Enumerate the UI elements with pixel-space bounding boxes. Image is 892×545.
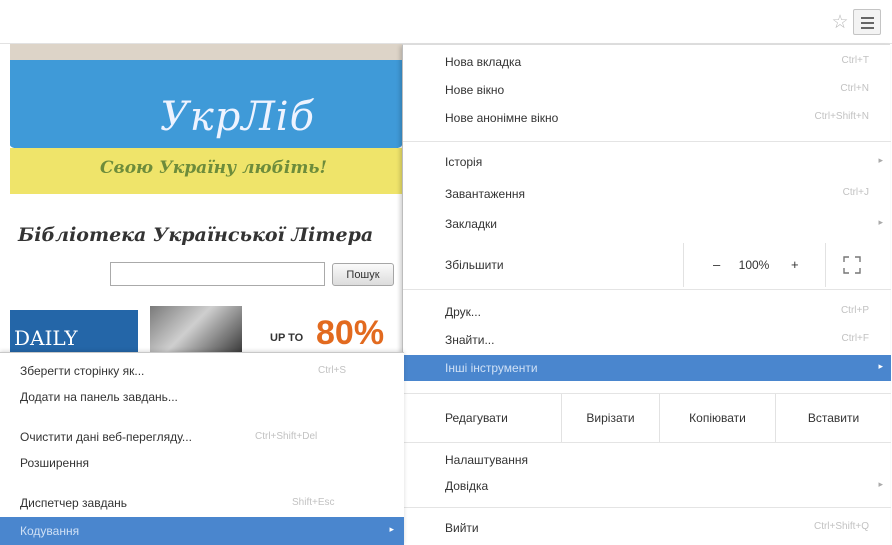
copy-button[interactable]: Копіювати bbox=[659, 394, 775, 442]
submenu-item-label: Диспетчер завдань bbox=[20, 496, 128, 510]
submenu-item-task-manager[interactable]: Диспетчер завдань Shift+Esc bbox=[0, 491, 404, 515]
submenu-item-label: Додати на панель завдань... bbox=[20, 390, 178, 404]
menu-item-shortcut: Ctrl+Shift+Q bbox=[813, 521, 869, 532]
ad-percent-label: 80% bbox=[316, 314, 385, 352]
submenu-item-label: Зберегти сторінку як... bbox=[20, 364, 145, 378]
menu-item-label: Довідка bbox=[445, 479, 489, 493]
site-banner[interactable]: УкрЛіб Свою Україну любіть! bbox=[10, 44, 402, 194]
ad-daily-label: DAILY bbox=[10, 310, 138, 354]
submenu-arrow-icon: ▸ bbox=[878, 155, 883, 165]
submenu-arrow-icon: ▸ bbox=[389, 524, 394, 534]
submenu-item-label: Розширення bbox=[20, 456, 89, 470]
menu-item-label: Історія bbox=[445, 155, 483, 169]
menu-item-shortcut: Ctrl+P bbox=[840, 305, 869, 316]
ad-banner[interactable]: DAILY UP TO 80% bbox=[10, 306, 402, 356]
paste-button[interactable]: Вставити bbox=[775, 394, 891, 442]
submenu-item-label: Кодування bbox=[20, 524, 80, 538]
menu-item-find[interactable]: Знайти... Ctrl+F bbox=[403, 327, 891, 353]
browser-main-menu: Нова вкладка Ctrl+T Нове вікно Ctrl+N Но… bbox=[402, 44, 891, 545]
browser-toolbar: ☆ bbox=[0, 0, 892, 44]
submenu-item-clear-data[interactable]: Очистити дані веб-перегляду... Ctrl+Shif… bbox=[0, 425, 404, 449]
menu-separator bbox=[403, 289, 891, 290]
menu-edit-row: Редагувати Вирізати Копіювати Вставити bbox=[403, 394, 891, 442]
zoom-out-button[interactable]: – bbox=[713, 257, 720, 272]
menu-item-zoom: Збільшити – 100% + bbox=[403, 243, 891, 287]
search-button[interactable]: Пошук bbox=[332, 263, 394, 286]
menu-item-history[interactable]: Історія ▸ bbox=[403, 149, 891, 175]
menu-item-label: Вийти bbox=[445, 521, 479, 535]
cut-label: Вирізати bbox=[586, 411, 635, 425]
ad-upto-label: UP TO bbox=[270, 332, 304, 344]
zoom-level: 100% bbox=[738, 258, 770, 272]
menu-item-help[interactable]: Довідка ▸ bbox=[403, 473, 891, 499]
menu-separator bbox=[403, 442, 891, 443]
fullscreen-icon[interactable] bbox=[843, 256, 861, 274]
submenu-item-label: Очистити дані веб-перегляду... bbox=[20, 430, 192, 444]
submenu-item-shortcut: Ctrl+Shift+Del bbox=[255, 431, 318, 442]
menu-item-incognito-window[interactable]: Нове анонімне вікно Ctrl+Shift+N bbox=[403, 105, 891, 131]
site-slogan: Свою Україну любіть! bbox=[100, 158, 327, 178]
menu-item-new-tab[interactable]: Нова вкладка Ctrl+T bbox=[403, 49, 891, 75]
menu-item-more-tools[interactable]: Інші інструменти ▸ bbox=[403, 355, 891, 381]
menu-item-label: Налаштування bbox=[445, 453, 528, 467]
site-title: Бібліотека Української Літера bbox=[18, 224, 374, 246]
menu-item-bookmarks[interactable]: Закладки ▸ bbox=[403, 211, 891, 237]
site-logo[interactable]: УкрЛіб bbox=[160, 94, 315, 140]
menu-separator bbox=[403, 141, 891, 142]
menu-item-label: Нова вкладка bbox=[445, 55, 522, 69]
menu-item-label: Інші інструменти bbox=[445, 361, 538, 375]
edit-label: Редагувати bbox=[445, 411, 508, 425]
menu-item-label: Нове вікно bbox=[445, 83, 505, 97]
menu-item-label: Нове анонімне вікно bbox=[445, 111, 559, 125]
more-tools-submenu: Зберегти сторінку як... Ctrl+S Додати на… bbox=[0, 352, 404, 545]
menu-item-label: Друк... bbox=[445, 305, 481, 319]
cut-button[interactable]: Вирізати bbox=[561, 394, 659, 442]
menu-item-label: Завантаження bbox=[445, 187, 525, 201]
menu-item-label: Знайти... bbox=[445, 333, 495, 347]
bookmark-star-icon[interactable]: ☆ bbox=[830, 12, 850, 32]
zoom-label: Збільшити bbox=[445, 258, 504, 272]
browser-menu-button[interactable] bbox=[853, 9, 881, 35]
menu-item-shortcut: Ctrl+N bbox=[840, 83, 869, 94]
menu-separator bbox=[403, 507, 891, 508]
submenu-arrow-icon: ▸ bbox=[878, 479, 883, 489]
menu-item-shortcut: Ctrl+T bbox=[841, 55, 870, 66]
submenu-arrow-icon: ▸ bbox=[878, 361, 883, 371]
menu-item-shortcut: Ctrl+J bbox=[842, 187, 869, 198]
menu-item-shortcut: Ctrl+F bbox=[841, 333, 870, 344]
submenu-item-extensions[interactable]: Розширення bbox=[0, 451, 404, 475]
menu-item-exit[interactable]: Вийти Ctrl+Shift+Q bbox=[403, 515, 891, 541]
submenu-item-add-to-taskbar[interactable]: Додати на панель завдань... bbox=[0, 385, 404, 409]
submenu-item-encoding[interactable]: Кодування ▸ bbox=[0, 517, 404, 545]
menu-item-shortcut: Ctrl+Shift+N bbox=[814, 111, 869, 122]
menu-item-settings[interactable]: Налаштування bbox=[403, 447, 891, 473]
submenu-item-shortcut: Ctrl+S bbox=[318, 365, 347, 376]
submenu-item-save-page[interactable]: Зберегти сторінку як... Ctrl+S bbox=[0, 359, 404, 383]
submenu-item-shortcut: Shift+Esc bbox=[292, 497, 335, 508]
menu-item-label: Закладки bbox=[445, 217, 497, 231]
zoom-in-button[interactable]: + bbox=[791, 257, 799, 272]
paste-label: Вставити bbox=[807, 411, 860, 425]
search-input[interactable] bbox=[110, 262, 325, 286]
menu-item-new-window[interactable]: Нове вікно Ctrl+N bbox=[403, 77, 891, 103]
copy-label: Копіювати bbox=[689, 411, 746, 425]
ad-image bbox=[150, 306, 242, 352]
submenu-arrow-icon: ▸ bbox=[878, 217, 883, 227]
menu-item-print[interactable]: Друк... Ctrl+P bbox=[403, 299, 891, 325]
menu-item-downloads[interactable]: Завантаження Ctrl+J bbox=[403, 181, 891, 207]
